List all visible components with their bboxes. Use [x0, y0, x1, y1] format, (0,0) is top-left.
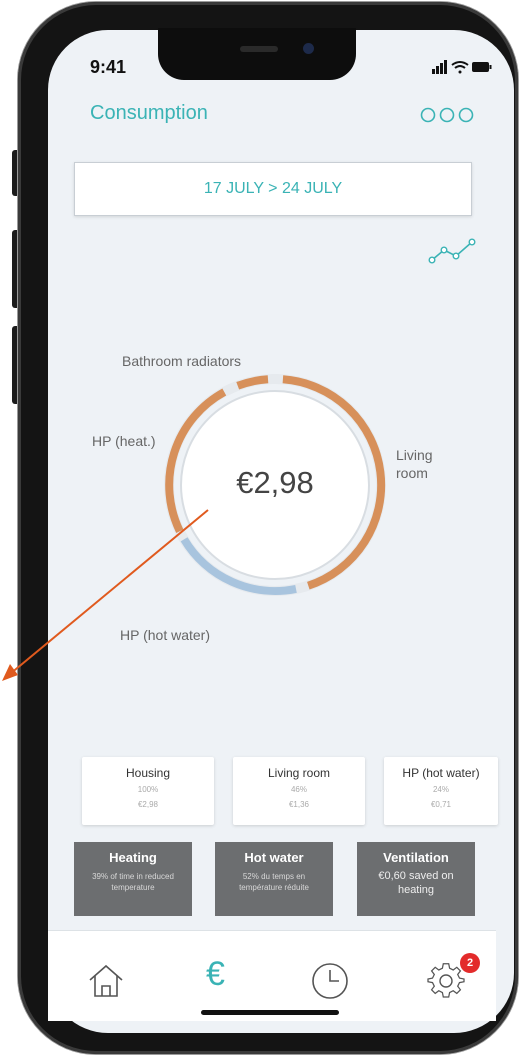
page-title: Consumption — [90, 102, 208, 124]
speaker-grille — [240, 46, 278, 52]
more-dots-icon[interactable] — [420, 107, 476, 123]
battery-icon — [472, 62, 492, 72]
annotation-arrow — [2, 509, 209, 681]
summary-title: HP (hot water) — [402, 766, 480, 780]
summary-amount: €0,71 — [430, 800, 452, 809]
summary-percent: 24% — [432, 785, 449, 794]
summary-card-living-room[interactable]: Living room 46% €1,36 — [233, 757, 365, 825]
signal-icon — [432, 60, 447, 74]
mode-title: Hot water — [244, 850, 304, 865]
settings-notification-badge: 2 — [460, 953, 480, 973]
tab-bar: € 2 — [48, 930, 496, 1021]
mode-card-heating[interactable]: Heating 39% of time in reduced temperatu… — [74, 842, 192, 916]
euro-icon[interactable]: € — [206, 955, 225, 994]
home-indicator — [201, 1010, 339, 1015]
summary-amount: €1,36 — [288, 800, 310, 809]
mode-text: 52% du temps en température réduite — [239, 872, 309, 892]
notch — [158, 28, 356, 80]
clock-icon[interactable] — [310, 961, 350, 1001]
date-range-selector[interactable]: 17 JULY > 24 JULY — [74, 162, 472, 216]
summary-title: Housing — [125, 766, 171, 780]
mode-text: 39% of time in reduced temperature — [92, 872, 174, 892]
status-time: 9:41 — [90, 57, 127, 77]
phone-mockup: 9:41 Consumption 17 JULY > 24 JULY €2,98… — [0, 0, 521, 1057]
trend-line-icon[interactable] — [428, 236, 478, 266]
date-range-label: 17 JULY > 24 JULY — [203, 180, 343, 197]
donut-total-value: €2,98 — [236, 465, 314, 500]
mode-card-hot-water[interactable]: Hot water 52% du temps en température ré… — [215, 842, 333, 916]
mode-text: €0,60 saved on heating — [378, 870, 454, 896]
summary-card-hp-hot-water[interactable]: HP (hot water) 24% €0,71 — [384, 757, 498, 825]
label-hp-heat: HP (heat.) — [92, 433, 156, 449]
status-icons — [432, 60, 492, 74]
mode-title: Heating — [109, 850, 157, 865]
wifi-icon — [451, 61, 469, 74]
summary-percent: 100% — [137, 785, 159, 794]
front-camera — [303, 43, 314, 54]
label-living-room: Living room — [396, 447, 433, 481]
summary-card-housing[interactable]: Housing 100% €2,98 — [82, 757, 214, 825]
summary-title: Living room — [267, 766, 331, 780]
home-icon[interactable] — [86, 961, 126, 1001]
mode-card-ventilation[interactable]: Ventilation €0,60 saved on heating — [357, 842, 475, 916]
label-bathroom-radiators: Bathroom radiators — [122, 353, 242, 369]
summary-percent: 46% — [290, 785, 307, 794]
mode-title: Ventilation — [383, 850, 449, 865]
donut-segment-bathroom-radiators[interactable] — [236, 375, 269, 390]
summary-amount: €2,98 — [137, 800, 159, 809]
